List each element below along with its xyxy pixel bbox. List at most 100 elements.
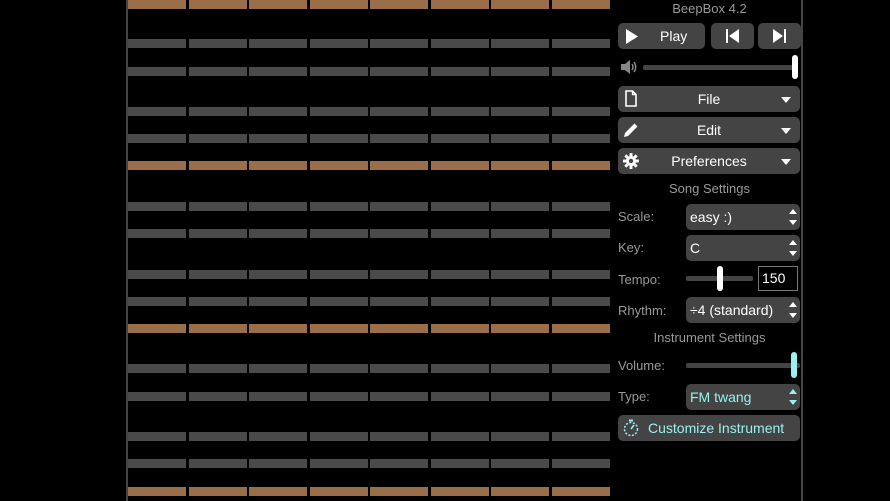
note-grid-cell[interactable] — [309, 229, 368, 238]
note-grid-cell[interactable] — [188, 297, 247, 306]
note-grid-cell[interactable] — [309, 39, 368, 48]
note-grid-cell[interactable] — [491, 107, 549, 116]
note-grid-cell[interactable] — [370, 324, 428, 333]
note-grid-cell[interactable] — [249, 324, 307, 333]
note-grid-cell[interactable] — [491, 0, 549, 9]
note-grid-cell[interactable] — [491, 39, 549, 48]
note-grid-cell[interactable] — [370, 392, 428, 401]
note-grid-cell[interactable] — [491, 297, 549, 306]
note-grid-cell[interactable] — [430, 67, 489, 76]
note-grid-cell[interactable] — [370, 202, 428, 211]
note-grid-cell[interactable] — [188, 432, 247, 441]
note-grid-cell[interactable] — [430, 364, 489, 373]
note-grid-cell[interactable] — [551, 364, 610, 373]
note-grid-cell[interactable] — [430, 324, 489, 333]
note-grid-cell[interactable] — [128, 392, 186, 401]
note-grid-cell[interactable] — [551, 432, 610, 441]
note-grid-cell[interactable] — [128, 270, 186, 279]
note-grid-cell[interactable] — [249, 364, 307, 373]
note-grid-cell[interactable] — [491, 67, 549, 76]
skip-previous-button[interactable] — [711, 23, 754, 49]
note-grid-cell[interactable] — [551, 297, 610, 306]
note-grid-cell[interactable] — [309, 134, 368, 143]
note-grid-cell[interactable] — [491, 324, 549, 333]
rhythm-select[interactable]: ÷4 (standard) — [686, 297, 800, 323]
note-grid-cell[interactable] — [188, 107, 247, 116]
note-grid-cell[interactable] — [128, 432, 186, 441]
note-grid-cell[interactable] — [430, 39, 489, 48]
note-grid-cell[interactable] — [551, 39, 610, 48]
note-grid-cell[interactable] — [551, 107, 610, 116]
master-volume-slider-track[interactable] — [643, 65, 798, 70]
note-grid-cell[interactable] — [128, 161, 186, 170]
master-volume-slider-thumb[interactable] — [792, 55, 798, 79]
note-grid-cell[interactable] — [249, 39, 307, 48]
note-grid-cell[interactable] — [491, 134, 549, 143]
note-grid-cell[interactable] — [309, 107, 368, 116]
note-grid-cell[interactable] — [370, 39, 428, 48]
instrument-volume-slider-thumb[interactable] — [790, 352, 797, 378]
note-grid-cell[interactable] — [430, 432, 489, 441]
note-grid-cell[interactable] — [491, 161, 549, 170]
tempo-slider-thumb[interactable] — [716, 266, 723, 291]
note-grid-cell[interactable] — [249, 0, 307, 9]
note-grid-cell[interactable] — [309, 487, 368, 496]
note-grid-cell[interactable] — [491, 392, 549, 401]
instrument-type-select[interactable]: FM twang — [686, 384, 800, 410]
note-grid-cell[interactable] — [370, 67, 428, 76]
note-grid-cell[interactable] — [309, 161, 368, 170]
note-grid-cell[interactable] — [430, 202, 489, 211]
note-grid-cell[interactable] — [249, 297, 307, 306]
note-grid-cell[interactable] — [188, 0, 247, 9]
note-grid-cell[interactable] — [128, 134, 186, 143]
note-grid-cell[interactable] — [491, 459, 549, 468]
note-grid-cell[interactable] — [128, 0, 186, 9]
note-grid-cell[interactable] — [430, 270, 489, 279]
note-grid-cell[interactable] — [249, 107, 307, 116]
note-grid-cell[interactable] — [188, 39, 247, 48]
note-grid-cell[interactable] — [430, 0, 489, 9]
note-grid-cell[interactable] — [551, 324, 610, 333]
note-grid-cell[interactable] — [249, 392, 307, 401]
scale-select[interactable]: easy :) — [686, 204, 800, 230]
note-grid-cell[interactable] — [430, 161, 489, 170]
note-grid-cell[interactable] — [430, 392, 489, 401]
note-grid-cell[interactable] — [188, 392, 247, 401]
note-grid-cell[interactable] — [551, 202, 610, 211]
note-grid-cell[interactable] — [551, 270, 610, 279]
note-grid-cell[interactable] — [370, 107, 428, 116]
note-grid-cell[interactable] — [188, 161, 247, 170]
note-grid-cell[interactable] — [551, 134, 610, 143]
note-grid-cell[interactable] — [249, 161, 307, 170]
note-grid-cell[interactable] — [188, 364, 247, 373]
file-menu-button[interactable]: File — [618, 86, 800, 112]
note-grid-cell[interactable] — [551, 67, 610, 76]
note-grid-cell[interactable] — [430, 107, 489, 116]
note-grid-cell[interactable] — [430, 229, 489, 238]
note-grid-cell[interactable] — [188, 67, 247, 76]
note-grid-cell[interactable] — [309, 459, 368, 468]
note-grid-cell[interactable] — [249, 432, 307, 441]
note-grid-cell[interactable] — [309, 297, 368, 306]
note-grid-cell[interactable] — [188, 459, 247, 468]
note-grid-cell[interactable] — [128, 364, 186, 373]
note-grid-cell[interactable] — [128, 107, 186, 116]
note-grid-cell[interactable] — [249, 229, 307, 238]
note-grid-cell[interactable] — [128, 229, 186, 238]
note-grid-cell[interactable] — [249, 487, 307, 496]
note-grid-cell[interactable] — [430, 459, 489, 468]
note-grid-cell[interactable] — [430, 487, 489, 496]
key-select[interactable]: C — [686, 235, 800, 261]
preferences-menu-button[interactable]: Preferences — [618, 148, 800, 174]
note-grid-cell[interactable] — [128, 202, 186, 211]
note-grid-cell[interactable] — [551, 161, 610, 170]
note-grid-cell[interactable] — [309, 270, 368, 279]
note-grid-cell[interactable] — [370, 297, 428, 306]
note-grid-cell[interactable] — [370, 161, 428, 170]
note-grid-cell[interactable] — [370, 0, 428, 9]
note-grid-cell[interactable] — [370, 487, 428, 496]
skip-next-button[interactable] — [758, 23, 801, 49]
note-grid-cell[interactable] — [128, 39, 186, 48]
note-grid-cell[interactable] — [309, 202, 368, 211]
note-grid-cell[interactable] — [188, 270, 247, 279]
